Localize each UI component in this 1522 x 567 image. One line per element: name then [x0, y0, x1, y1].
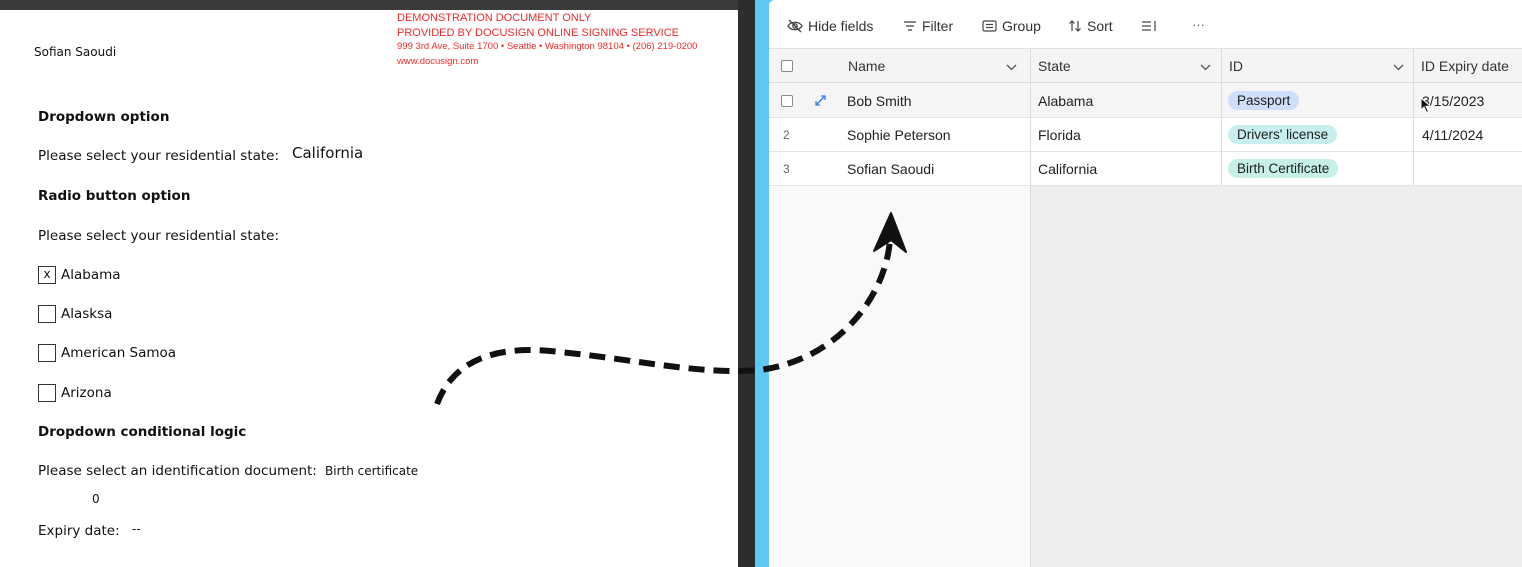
dropdown-heading: Dropdown option — [38, 109, 170, 125]
cell-id[interactable]: Drivers' license — [1228, 118, 1338, 151]
filter-button[interactable]: Filter — [903, 17, 953, 35]
column-divider — [1030, 49, 1031, 567]
cell-id[interactable]: Passport — [1228, 84, 1300, 117]
grid-empty-area-primary — [769, 186, 1031, 567]
grid-empty-area — [1031, 186, 1522, 567]
column-header-id-label: ID — [1229, 58, 1243, 74]
column-header-id[interactable]: ID — [1229, 49, 1409, 83]
column-header-id-expiry[interactable]: ID Expiry date — [1421, 49, 1509, 83]
cell-expiry[interactable]: 4/11/2024 — [1422, 118, 1483, 151]
grid-header-row: Name State ID ID Expiry date — [769, 49, 1522, 83]
more-options-button[interactable]: ··· — [1192, 15, 1205, 33]
chevron-down-icon[interactable] — [1006, 58, 1017, 74]
banner-line-1: DEMONSTRATION DOCUMENT ONLY — [397, 12, 592, 24]
cell-name[interactable]: Bob Smith — [847, 84, 912, 117]
filter-label: Filter — [922, 18, 954, 34]
cell-name[interactable]: Sofian Saoudi — [847, 152, 934, 185]
row-checkbox[interactable] — [781, 84, 793, 117]
table-row[interactable]: Bob Smith Alabama Passport 3/15/2023 — [769, 84, 1522, 118]
expand-record-icon[interactable] — [814, 84, 827, 117]
grid-view-panel: Hide fields Filter Group Sort ··· Name S… — [769, 0, 1522, 567]
banner-line-4: www.docusign.com — [397, 55, 479, 67]
radio-option-american-samoa-label: American Samoa — [61, 345, 177, 361]
id-chip: Drivers' license — [1228, 125, 1338, 144]
group-button[interactable]: Group — [982, 17, 1041, 35]
expiry-label: Expiry date: — [38, 523, 120, 539]
hide-fields-label: Hide fields — [808, 18, 874, 34]
view-toolbar: Hide fields Filter Group Sort ··· — [769, 0, 1522, 49]
dropdown-value[interactable]: California — [292, 144, 363, 162]
radio-option-american-samoa-box[interactable] — [38, 344, 56, 362]
radio-option-alaska-box[interactable] — [38, 305, 56, 323]
table-row[interactable]: 2 Sophie Peterson Florida Drivers' licen… — [769, 118, 1522, 152]
document-top-bar — [0, 0, 738, 10]
eye-slash-icon — [787, 19, 803, 33]
chevron-down-icon[interactable] — [1200, 58, 1211, 74]
cell-state[interactable]: Florida — [1038, 118, 1081, 151]
column-header-state[interactable]: State — [1038, 49, 1218, 83]
conditional-heading: Dropdown conditional logic — [38, 424, 247, 440]
mouse-cursor-icon — [1420, 96, 1432, 119]
group-icon — [982, 20, 997, 32]
demo-banner: DEMONSTRATION DOCUMENT ONLY PROVIDED BY … — [397, 11, 697, 69]
expiry-value: -- — [132, 522, 141, 536]
radio-prompt: Please select your residential state: — [38, 228, 280, 244]
column-header-name-label: Name — [848, 58, 886, 74]
row-height-icon — [1141, 20, 1157, 32]
window-divider — [738, 0, 755, 567]
id-chip: Passport — [1228, 91, 1300, 110]
cell-state[interactable]: California — [1038, 152, 1097, 185]
cell-state[interactable]: Alabama — [1038, 84, 1093, 117]
docusign-document: Sofian Saoudi DEMONSTRATION DOCUMENT ONL… — [0, 0, 738, 567]
sort-button[interactable]: Sort — [1068, 17, 1113, 35]
conditional-extra: 0 — [92, 492, 100, 506]
column-header-state-label: State — [1038, 58, 1071, 74]
row-number: 2 — [783, 127, 790, 142]
row-number: 3 — [783, 161, 790, 176]
radio-option-arizona-box[interactable] — [38, 384, 56, 402]
row-height-button[interactable] — [1141, 17, 1157, 35]
cell-name[interactable]: Sophie Peterson — [847, 118, 951, 151]
column-divider — [1413, 49, 1414, 186]
conditional-value[interactable]: Birth certificate — [325, 464, 418, 478]
table-row[interactable]: 3 Sofian Saoudi California Birth Certifi… — [769, 152, 1522, 186]
signer-name: Sofian Saoudi — [34, 45, 117, 59]
select-all-checkbox[interactable] — [781, 49, 793, 83]
radio-option-arizona-label: Arizona — [61, 385, 112, 401]
column-header-name[interactable]: Name — [848, 49, 1028, 83]
sort-label: Sort — [1087, 18, 1113, 34]
chevron-down-icon[interactable] — [1393, 58, 1404, 74]
id-chip: Birth Certificate — [1228, 159, 1339, 178]
radio-heading: Radio button option — [38, 188, 191, 204]
filter-icon — [903, 20, 917, 32]
group-label: Group — [1002, 18, 1041, 34]
hide-fields-button[interactable]: Hide fields — [787, 17, 873, 35]
conditional-prompt: Please select an identification document… — [38, 463, 317, 479]
radio-option-alaska-label: Alasksa — [61, 306, 113, 322]
column-divider — [1221, 49, 1222, 186]
cell-id[interactable]: Birth Certificate — [1228, 152, 1339, 185]
sort-arrows-icon — [1068, 19, 1082, 33]
banner-line-3: 999 3rd Ave, Suite 1700 • Seattle • Wash… — [397, 41, 698, 52]
dropdown-prompt: Please select your residential state: — [38, 148, 280, 164]
banner-line-2: PROVIDED BY DOCUSIGN ONLINE SIGNING SERV… — [397, 26, 679, 39]
radio-option-alabama-label: Alabama — [61, 267, 121, 283]
radio-option-alabama-box[interactable]: x — [38, 266, 56, 284]
